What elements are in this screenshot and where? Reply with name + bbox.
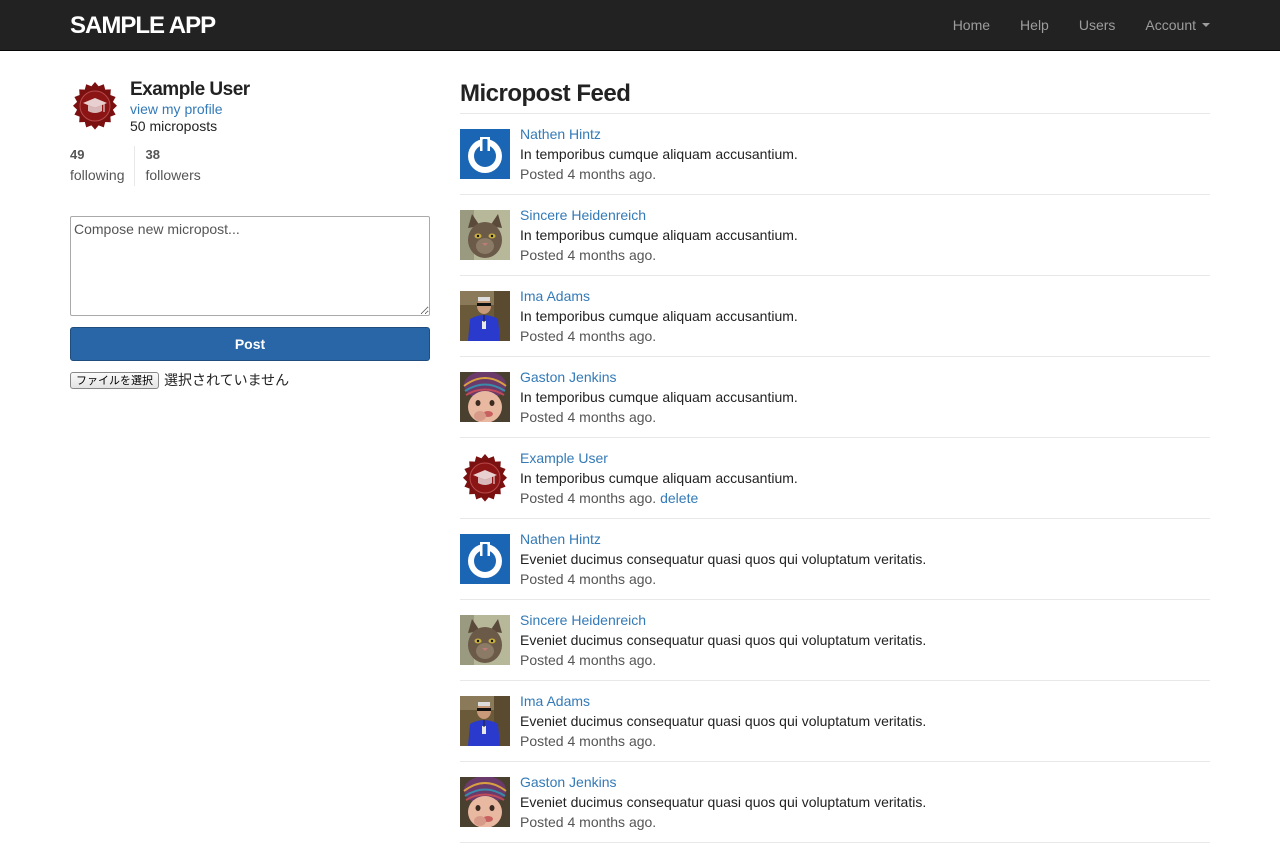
choose-file-button[interactable]: ファイルを選択 <box>70 371 159 389</box>
follow-stats: 49 following 38 followers <box>70 146 201 186</box>
author-link[interactable]: Sincere Heidenreich <box>520 207 646 223</box>
following-count: 49 <box>70 147 85 162</box>
feed-title: Micropost Feed <box>460 78 1210 114</box>
author-avatar[interactable] <box>460 129 510 179</box>
author-link[interactable]: Nathen Hintz <box>520 531 601 547</box>
post-timestamp: Posted 4 months ago. <box>520 571 657 587</box>
post-content: In temporibus cumque aliquam accusantium… <box>520 227 798 243</box>
post-timestamp: Posted 4 months ago. <box>520 652 657 668</box>
author-link[interactable]: Ima Adams <box>520 693 590 709</box>
view-profile-link[interactable]: view my profile <box>130 101 223 117</box>
nav-users[interactable]: Users <box>1079 17 1116 33</box>
app-logo[interactable]: SAMPLE APP <box>70 12 216 40</box>
post-content: In temporibus cumque aliquam accusantium… <box>520 470 798 486</box>
author-link[interactable]: Gaston Jenkins <box>520 774 617 790</box>
followers-stat[interactable]: 38 followers <box>135 146 200 186</box>
author-avatar[interactable] <box>460 615 510 665</box>
post-content: Eveniet ducimus consequatur quasi quos q… <box>520 794 927 810</box>
micropost-item: Gaston Jenkins Eveniet ducimus consequat… <box>460 762 1210 843</box>
user-name: Example User <box>130 79 250 100</box>
post-button[interactable]: Post <box>70 327 430 361</box>
nav-home[interactable]: Home <box>953 17 990 33</box>
followers-count: 38 <box>145 147 160 162</box>
followers-label: followers <box>145 167 201 183</box>
micropost-item: Sincere Heidenreich In temporibus cumque… <box>460 195 1210 276</box>
micropost-composer: Post ファイルを選択 選択されていません <box>70 216 430 390</box>
micropost-item: Ima Adams In temporibus cumque aliquam a… <box>460 276 1210 357</box>
nav-account-dropdown[interactable]: Account <box>1145 17 1210 33</box>
author-link[interactable]: Example User <box>520 450 608 466</box>
post-content: In temporibus cumque aliquam accusantium… <box>520 146 798 162</box>
post-timestamp: Posted 4 months ago. <box>520 814 657 830</box>
author-avatar[interactable] <box>460 291 510 341</box>
author-link[interactable]: Nathen Hintz <box>520 126 601 142</box>
post-content: In temporibus cumque aliquam accusantium… <box>520 389 798 405</box>
following-stat[interactable]: 49 following <box>70 146 136 186</box>
micropost-feed: Micropost Feed Nathen Hintz In temporibu… <box>460 78 1210 843</box>
post-content: Eveniet ducimus consequatur quasi quos q… <box>520 713 927 729</box>
post-timestamp: Posted 4 months ago. <box>520 166 657 182</box>
sidebar: Example User view my profile 50 micropos… <box>70 78 430 389</box>
caret-down-icon <box>1202 23 1210 27</box>
author-avatar[interactable] <box>460 777 510 827</box>
author-avatar[interactable] <box>460 696 510 746</box>
micropost-input[interactable] <box>70 216 430 316</box>
following-label: following <box>70 167 125 183</box>
post-timestamp: Posted 4 months ago. <box>520 409 657 425</box>
author-link[interactable]: Sincere Heidenreich <box>520 612 646 628</box>
file-upload: ファイルを選択 選択されていません <box>70 370 430 390</box>
post-timestamp: Posted 4 months ago. <box>520 328 657 344</box>
main-nav: Home Help Users Account <box>923 0 1210 50</box>
author-link[interactable]: Gaston Jenkins <box>520 369 617 385</box>
post-content: Eveniet ducimus consequatur quasi quos q… <box>520 551 927 567</box>
nav-help[interactable]: Help <box>1020 17 1049 33</box>
author-avatar[interactable] <box>460 534 510 584</box>
micropost-item: Nathen Hintz Eveniet ducimus consequatur… <box>460 519 1210 600</box>
post-content: In temporibus cumque aliquam accusantium… <box>520 308 798 324</box>
post-timestamp: Posted 4 months ago. <box>520 733 657 749</box>
micropost-item: Gaston Jenkins In temporibus cumque aliq… <box>460 357 1210 438</box>
micropost-item: Example User In temporibus cumque aliqua… <box>460 438 1210 519</box>
nav-account-label: Account <box>1145 17 1196 33</box>
author-avatar[interactable] <box>460 453 510 503</box>
author-avatar[interactable] <box>460 372 510 422</box>
user-info: Example User view my profile 50 micropos… <box>70 78 430 140</box>
post-content: Eveniet ducimus consequatur quasi quos q… <box>520 632 927 648</box>
post-timestamp-row: Posted 4 months ago. delete <box>520 490 698 506</box>
delete-link[interactable]: delete <box>660 490 698 506</box>
author-avatar[interactable] <box>460 210 510 260</box>
microposts-count: 50 microposts <box>130 118 218 134</box>
post-timestamp: Posted 4 months ago. <box>520 247 657 263</box>
post-timestamp: Posted 4 months ago. <box>520 490 657 506</box>
feed-list: Nathen Hintz In temporibus cumque aliqua… <box>460 114 1210 843</box>
micropost-item: Ima Adams Eveniet ducimus consequatur qu… <box>460 681 1210 762</box>
user-avatar[interactable] <box>70 81 120 131</box>
author-link[interactable]: Ima Adams <box>520 288 590 304</box>
micropost-item: Nathen Hintz In temporibus cumque aliqua… <box>460 114 1210 195</box>
file-status: 選択されていません <box>164 373 290 389</box>
navbar: SAMPLE APP Home Help Users Account <box>0 0 1280 51</box>
micropost-item: Sincere Heidenreich Eveniet ducimus cons… <box>460 600 1210 681</box>
